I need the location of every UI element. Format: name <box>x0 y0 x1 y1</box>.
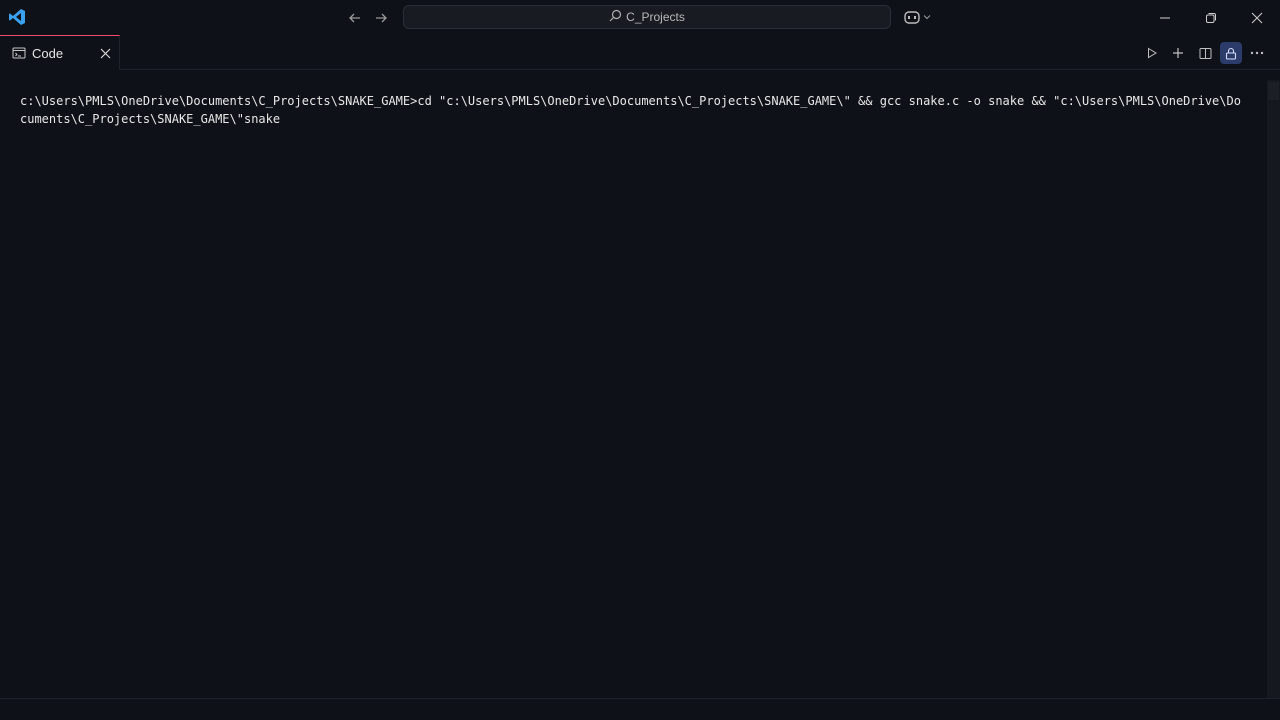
tab-close-icon[interactable] <box>97 45 113 61</box>
tab-code[interactable]: Code <box>0 35 120 70</box>
restore-icon[interactable] <box>1188 0 1234 35</box>
vscode-logo-icon <box>8 8 26 26</box>
terminal-output: c:\Users\PMLS\OneDrive\Documents\C_Proje… <box>20 92 1260 128</box>
arrow-left-icon[interactable] <box>345 8 365 28</box>
split-icon[interactable] <box>1194 42 1216 64</box>
tab-bar: Code <box>0 35 1280 70</box>
terminal-icon <box>12 46 26 60</box>
search-text: C_Projects <box>626 10 685 24</box>
search-icon <box>609 9 622 25</box>
status-bar <box>0 698 1280 720</box>
terminal-line-2: cuments\C_Projects\SNAKE_GAME\"snake <box>20 112 281 126</box>
scrollbar-thumb[interactable] <box>1268 82 1279 100</box>
close-icon[interactable] <box>1234 0 1280 35</box>
terminal-scrollbar[interactable] <box>1267 80 1280 698</box>
ellipsis-icon[interactable] <box>1246 42 1268 64</box>
terminal-line-1: c:\Users\PMLS\OneDrive\Documents\C_Proje… <box>20 94 1241 108</box>
lock-icon[interactable] <box>1220 42 1242 64</box>
tab-label: Code <box>32 46 64 61</box>
terminal-panel[interactable]: c:\Users\PMLS\OneDrive\Documents\C_Proje… <box>0 71 1280 698</box>
plus-icon[interactable] <box>1167 42 1189 64</box>
chevron-down-icon <box>923 15 931 20</box>
arrow-right-icon[interactable] <box>371 8 391 28</box>
run-icon[interactable] <box>1141 42 1163 64</box>
title-bar: C_Projects <box>0 0 1280 35</box>
command-center-search[interactable]: C_Projects <box>403 5 891 29</box>
minimize-icon[interactable] <box>1142 0 1188 35</box>
copilot-icon[interactable] <box>900 7 934 27</box>
